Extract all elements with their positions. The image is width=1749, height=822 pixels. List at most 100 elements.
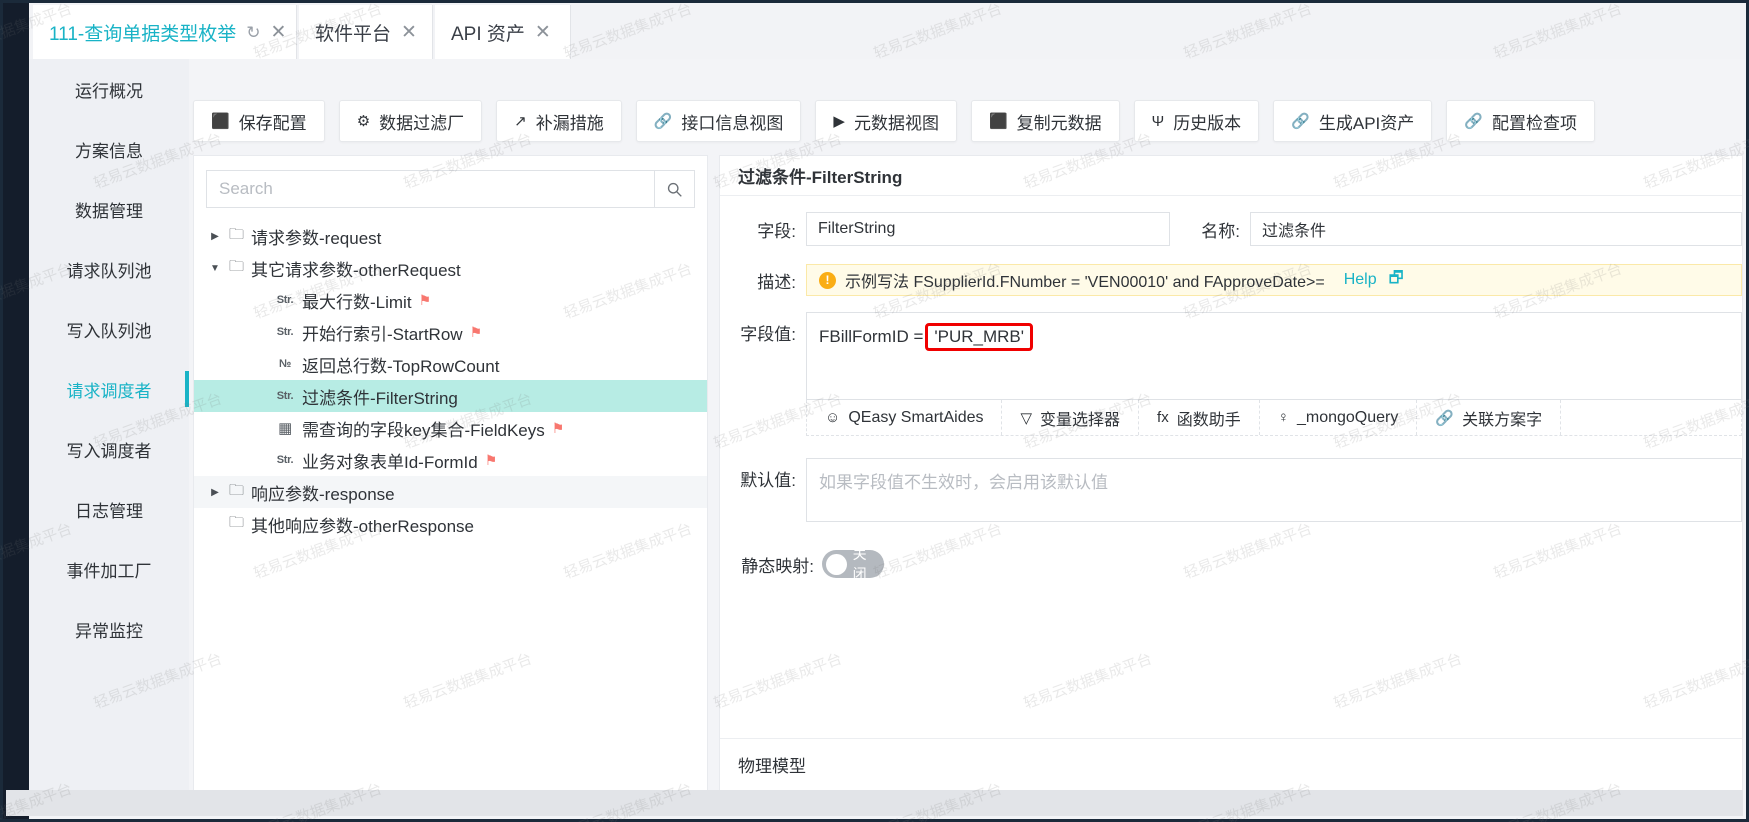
parameter-tree-panel: ▶ 🗀 请求参数-request ▼ 🗀 其它请求参数-otherRequest Str. 最… bbox=[193, 155, 708, 791]
link-icon: 🔗 bbox=[1464, 112, 1483, 130]
static-mapping-toggle[interactable]: 关闭 bbox=[822, 546, 884, 582]
tab-api-assets[interactable]: API 资产 ✕ bbox=[435, 5, 571, 59]
search-box[interactable] bbox=[206, 170, 695, 208]
field-value-highlight: 'PUR_MRB' bbox=[925, 323, 1033, 351]
sidebar-item-9[interactable]: 异常监控 bbox=[29, 599, 189, 659]
default-value-input[interactable]: 如果字段值不生效时，会启用该默认值 bbox=[806, 458, 1742, 522]
search-input[interactable] bbox=[207, 171, 654, 207]
static-mapping-row: 静态映射: 关闭 bbox=[720, 546, 1742, 582]
sidebar-item-8[interactable]: 事件加工厂 bbox=[29, 539, 189, 599]
helper-button-label: 变量选择器 bbox=[1040, 411, 1121, 429]
tree-node-label: 请求参数-request bbox=[251, 228, 382, 248]
sidebar-item-0[interactable]: 运行概况 bbox=[29, 59, 189, 119]
toolbar-button-3[interactable]: 🔗 接口信息视图 bbox=[635, 100, 802, 142]
link-icon: 🔗 bbox=[653, 112, 673, 130]
helper-button-1[interactable]: ▽ 变量选择器 bbox=[1002, 400, 1140, 435]
close-icon[interactable]: ✕ bbox=[535, 23, 551, 42]
filter-icon: ▽ bbox=[1020, 409, 1033, 427]
field-detail-panel: 过滤条件-FilterString 字段: FilterString 名称: 过… bbox=[719, 155, 1743, 791]
sidebar-item-label: 事件加工厂 bbox=[66, 561, 152, 581]
toggle-knob bbox=[826, 553, 847, 575]
link-icon: 🔗 bbox=[1291, 112, 1310, 130]
tree-node-3[interactable]: Str. 开始行索引-StartRow ⚑ bbox=[194, 316, 707, 348]
close-icon[interactable]: ✕ bbox=[401, 23, 417, 42]
toolbar-button-7[interactable]: 🔗 生成API资产 bbox=[1273, 100, 1433, 142]
toolbar-button-label: 数据过滤厂 bbox=[379, 113, 465, 133]
search-icon[interactable] bbox=[654, 171, 694, 207]
sidebar-item-4[interactable]: 写入队列池 bbox=[29, 299, 189, 359]
sidebar-item-3[interactable]: 请求队列池 bbox=[29, 239, 189, 299]
toolbar: ⬛ 保存配置 ⚙ 数据过滤厂 ↗ 补漏措施 🔗 接口信息视图 ▶ 元数据视图 ⬛ 复制元数据 Ψ 历史版本… bbox=[193, 98, 1746, 144]
name-input[interactable]: 过滤条件 bbox=[1250, 212, 1742, 246]
description-row: 描述: ! 示例写法 FSupplierId.FNumber = 'VEN000… bbox=[720, 264, 1742, 296]
tab-label: 软件平台 bbox=[315, 23, 392, 45]
close-icon[interactable]: ✕ bbox=[270, 23, 286, 42]
tree-node-0[interactable]: ▶ 🗀 请求参数-request bbox=[194, 220, 707, 252]
help-link[interactable]: Help bbox=[1344, 271, 1377, 289]
toolbar-button-2[interactable]: ↗ 补漏措施 bbox=[496, 100, 622, 142]
helper-button-3[interactable]: ♀ _mongoQuery bbox=[1260, 400, 1418, 435]
description-alert: ! 示例写法 FSupplierId.FNumber = 'VEN00010' … bbox=[806, 264, 1742, 296]
field-value-editor[interactable]: FBillFormID = 'PUR_MRB' bbox=[806, 312, 1742, 400]
sidebar-item-7[interactable]: 日志管理 bbox=[29, 479, 189, 539]
toolbar-button-label: 保存配置 bbox=[238, 113, 307, 133]
tree-node-label: 开始行索引-StartRow bbox=[302, 324, 463, 344]
toolbar-button-label: 复制元数据 bbox=[1016, 113, 1102, 133]
tree-node-1[interactable]: ▼ 🗀 其它请求参数-otherRequest bbox=[194, 252, 707, 284]
tree-node-label: 响应参数-response bbox=[251, 484, 395, 504]
toolbar-button-0[interactable]: ⬛ 保存配置 bbox=[193, 100, 325, 142]
sidebar-item-label: 请求调度者 bbox=[66, 381, 152, 401]
link-icon: 🔗 bbox=[1435, 409, 1455, 427]
toolbar-button-6[interactable]: Ψ 历史版本 bbox=[1133, 100, 1260, 142]
folder-icon: 🗀 bbox=[229, 513, 245, 531]
chevron-right-icon[interactable]: ▶ bbox=[208, 231, 222, 242]
toggle-state-label: 关闭 bbox=[852, 546, 867, 582]
chevron-right-icon[interactable]: ▶ bbox=[208, 487, 222, 498]
helper-button-0[interactable]: ☺ QEasy SmartAides bbox=[807, 400, 1003, 435]
warning-icon: ! bbox=[819, 271, 836, 289]
tab-strip: 111-查询单据类型枚举 ↻ ✕ 软件平台 ✕ API 资产 ✕ bbox=[29, 3, 1746, 59]
tab-query-bill-type[interactable]: 111-查询单据类型枚举 ↻ ✕ bbox=[33, 5, 297, 59]
sidebar-item-label: 写入调度者 bbox=[66, 441, 152, 461]
toolbar-button-1[interactable]: ⚙ 数据过滤厂 bbox=[338, 100, 483, 142]
chevron-down-icon[interactable]: ▼ bbox=[208, 263, 222, 274]
sidebar-item-5[interactable]: 请求调度者 bbox=[29, 359, 189, 419]
external-link-icon[interactable]: 🗗 bbox=[1389, 267, 1404, 294]
tree-node-4[interactable]: № 返回总行数-TopRowCount bbox=[194, 348, 707, 380]
helper-button-2[interactable]: fx 函数助手 bbox=[1139, 400, 1260, 435]
bulb-icon: ♀ bbox=[1277, 409, 1289, 426]
helper-button-4[interactable]: 🔗 关联方案字 bbox=[1417, 400, 1562, 435]
flag-icon: ⚑ bbox=[418, 291, 432, 308]
tab-software-platform[interactable]: 软件平台 ✕ bbox=[299, 5, 433, 59]
refresh-icon[interactable]: ↻ bbox=[246, 24, 260, 41]
tree-node-8[interactable]: ▶ 🗀 响应参数-response bbox=[194, 476, 707, 508]
tree-node-2[interactable]: Str. 最大行数-Limit ⚑ bbox=[194, 284, 707, 316]
sidebar-item-1[interactable]: 方案信息 bbox=[29, 119, 189, 179]
chart-line-icon: ↗ bbox=[514, 112, 527, 130]
tree-node-6[interactable]: ▦ 需查询的字段key集合-FieldKeys ⚑ bbox=[194, 412, 707, 444]
node-type-icon: Str. bbox=[276, 454, 294, 466]
sidebar-item-label: 异常监控 bbox=[75, 621, 143, 641]
tree-node-label: 过滤条件-FilterString bbox=[302, 388, 458, 408]
tree-node-9[interactable]: 🗀 其他响应参数-otherResponse bbox=[194, 508, 707, 540]
tree-node-7[interactable]: Str. 业务对象表单Id-FormId ⚑ bbox=[194, 444, 707, 476]
toolbar-button-8[interactable]: 🔗 配置检查项 bbox=[1446, 100, 1595, 142]
description-text: 示例写法 FSupplierId.FNumber = 'VEN00010' an… bbox=[845, 274, 1325, 291]
folder-icon: 🗀 bbox=[229, 257, 245, 275]
field-name-row: 字段: FilterString 名称: 过滤条件 bbox=[720, 212, 1742, 246]
tree-node-5[interactable]: Str. 过滤条件-FilterString bbox=[194, 380, 707, 412]
helper-button-label: _mongoQuery bbox=[1296, 408, 1399, 426]
field-input[interactable]: FilterString bbox=[806, 212, 1170, 246]
folder-icon: 🗀 bbox=[229, 481, 245, 499]
toolbar-button-4[interactable]: ▶ 元数据视图 bbox=[815, 100, 957, 142]
sidebar-item-2[interactable]: 数据管理 bbox=[29, 179, 189, 239]
tree-node-label: 其他响应参数-otherResponse bbox=[251, 516, 474, 536]
toolbar-button-label: 历史版本 bbox=[1173, 113, 1242, 133]
toolbar-button-5[interactable]: ⬛ 复制元数据 bbox=[970, 100, 1120, 142]
sidebar-item-6[interactable]: 写入调度者 bbox=[29, 419, 189, 479]
physical-model-section[interactable]: 物理模型 bbox=[720, 738, 1742, 790]
description-label: 描述: bbox=[757, 272, 796, 292]
default-value-label: 默认值: bbox=[740, 471, 796, 490]
sidebar-item-label: 运行概况 bbox=[75, 81, 143, 101]
toolbar-button-label: 元数据视图 bbox=[853, 113, 939, 133]
